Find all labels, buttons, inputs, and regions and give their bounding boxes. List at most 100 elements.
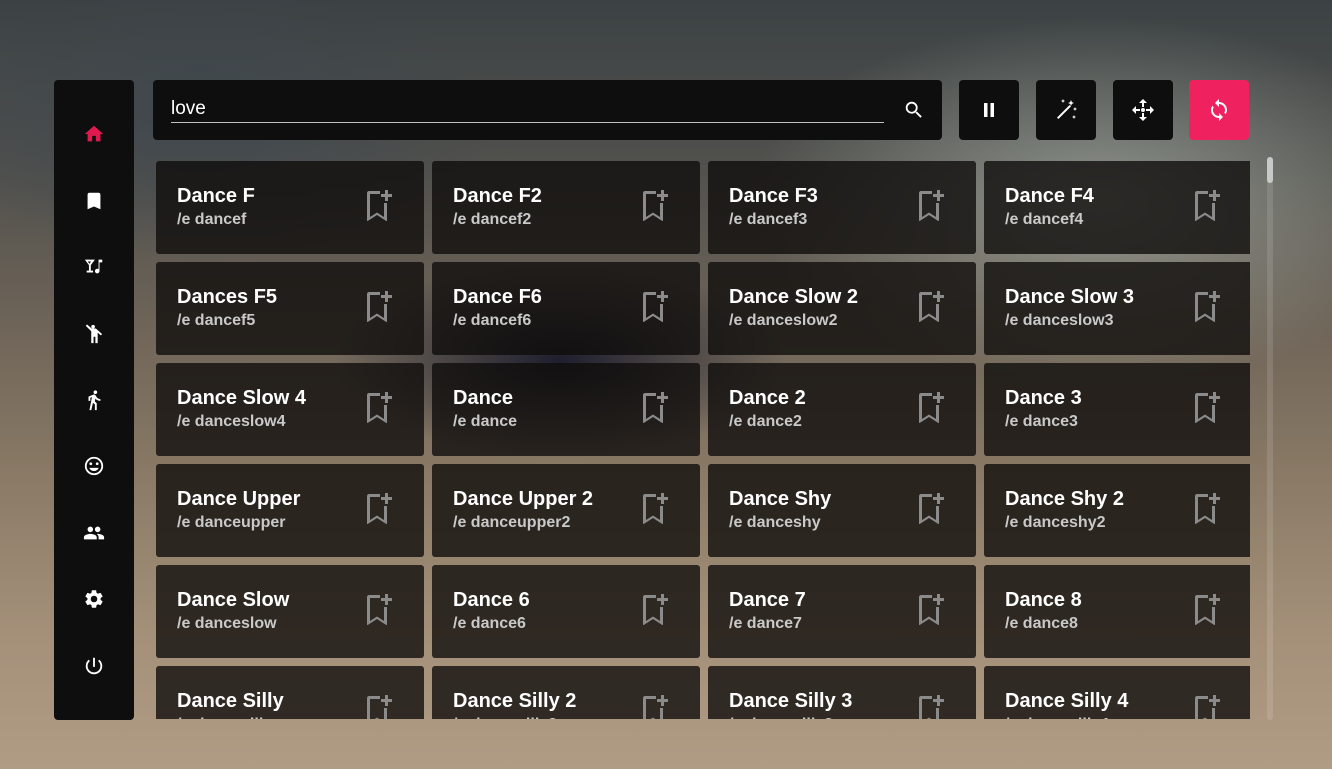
add-favorite-button[interactable] [1193, 492, 1221, 528]
bookmark-add-icon [917, 492, 945, 531]
emote-card[interactable]: Dance F2/e dancef2 [432, 161, 700, 254]
emote-title: Dance Slow [177, 589, 290, 611]
emote-card[interactable]: Dance Upper 2/e danceupper2 [432, 464, 700, 557]
emote-card[interactable]: Dance Silly 4/e dancesilly4 [984, 666, 1250, 719]
emote-command: /e dance8 [1005, 615, 1078, 632]
emote-title: Dance Upper 2 [453, 488, 594, 510]
sidebar-item-favorites[interactable] [54, 181, 134, 221]
emote-card[interactable]: Dance F6/e dancef6 [432, 262, 700, 355]
emote-card[interactable]: Dance Shy 2/e danceshy2 [984, 464, 1250, 557]
add-favorite-button[interactable] [641, 694, 669, 719]
sidebar-item-expressions[interactable] [54, 446, 134, 486]
emote-title: Dance Slow 2 [729, 286, 858, 308]
pause-icon [984, 103, 994, 117]
sidebar-item-settings[interactable] [54, 579, 134, 619]
add-favorite-button[interactable] [917, 290, 945, 326]
emote-card[interactable]: Dance 2/e dance2 [708, 363, 976, 456]
emote-card[interactable]: Dance 3/e dance3 [984, 363, 1250, 456]
emote-command: /e dancef3 [729, 211, 808, 228]
emote-title: Dance F [177, 185, 255, 207]
emote-command: /e dancef5 [177, 312, 256, 329]
bookmark-add-icon [365, 290, 393, 329]
emote-command: /e dancef6 [453, 312, 532, 329]
add-favorite-button[interactable] [641, 290, 669, 329]
emote-card[interactable]: Dance 8/e dance8 [984, 565, 1250, 658]
emote-card[interactable]: Dance F/e dancef [156, 161, 424, 254]
add-favorite-button[interactable] [917, 694, 945, 719]
emote-title: Dance 3 [1005, 387, 1082, 409]
emote-card[interactable]: Dance F3/e dancef3 [708, 161, 976, 254]
add-favorite-button[interactable] [365, 593, 393, 632]
emote-card[interactable]: Dance/e dance [432, 363, 700, 456]
add-favorite-button[interactable] [641, 391, 669, 430]
sidebar [54, 80, 134, 720]
emote-card[interactable]: Dance Upper/e danceupper [156, 464, 424, 557]
bookmark-add-icon [641, 290, 669, 329]
add-favorite-button[interactable] [917, 492, 945, 531]
emote-command: /e dancef4 [1005, 211, 1084, 228]
emote-card[interactable]: Dance 6/e dance6 [432, 565, 700, 658]
search-input[interactable] [171, 96, 884, 123]
add-favorite-button[interactable] [1193, 290, 1221, 326]
add-favorite-button[interactable] [917, 189, 945, 225]
bookmark-add-icon [641, 391, 669, 430]
add-favorite-button[interactable] [365, 189, 393, 225]
emote-title: Dance Slow 4 [177, 387, 306, 409]
pause-button[interactable] [959, 80, 1019, 140]
emote-card[interactable]: Dances F5/e dancef5 [156, 262, 424, 355]
emote-title: Dance Silly 3 [729, 690, 853, 712]
people-group-icon [83, 526, 105, 540]
emote-title: Dance Silly 4 [1005, 690, 1129, 712]
emote-card[interactable]: Dance Shy/e danceshy [708, 464, 976, 557]
add-favorite-button[interactable] [641, 189, 669, 225]
emote-card[interactable]: Dance Slow 3/e danceslow3 [984, 262, 1250, 355]
search-icon [905, 101, 922, 118]
search-button[interactable] [901, 97, 927, 123]
add-favorite-button[interactable] [1193, 694, 1221, 719]
emote-card[interactable]: Dance Silly 2/e dancesilly2 [432, 666, 700, 719]
emote-command: /e dance3 [1005, 413, 1078, 430]
emote-command: /e dancesilly3 [729, 716, 833, 719]
scroll-thumb[interactable] [1267, 157, 1273, 183]
add-favorite-button[interactable] [1193, 189, 1221, 225]
emote-card[interactable]: Dance F4/e dancef4 [984, 161, 1250, 254]
add-favorite-button[interactable] [917, 391, 945, 427]
sidebar-item-home[interactable] [54, 114, 134, 154]
sidebar-item-drinks-music[interactable] [54, 247, 134, 287]
bookmark-add-icon [641, 593, 669, 632]
emote-card[interactable]: Dance 7/e dance7 [708, 565, 976, 658]
emote-command: /e dance2 [729, 413, 802, 430]
search-bar [153, 80, 942, 140]
move-button[interactable] [1113, 80, 1173, 140]
walking-person-icon [88, 390, 101, 411]
dance-person-icon [85, 324, 103, 344]
emote-card[interactable]: Dance Slow 4/e danceslow4 [156, 363, 424, 456]
sidebar-item-power[interactable] [54, 646, 134, 686]
bookmark-add-icon [365, 593, 393, 632]
emote-command: /e dance [453, 413, 518, 430]
magic-wand-button[interactable] [1036, 80, 1096, 140]
add-favorite-button[interactable] [365, 391, 393, 427]
emote-card[interactable]: Dance Slow/e danceslow [156, 565, 424, 658]
sidebar-item-walks[interactable] [54, 380, 134, 420]
home-icon [84, 125, 104, 142]
emote-title: Dances F5 [177, 286, 278, 308]
add-favorite-button[interactable] [641, 593, 669, 632]
scrollbar[interactable] [1267, 157, 1273, 720]
add-favorite-button[interactable] [1193, 593, 1221, 629]
sidebar-item-dances[interactable] [54, 314, 134, 354]
sidebar-item-shared[interactable] [54, 513, 134, 553]
emote-command: /e danceslow3 [1005, 312, 1114, 329]
add-favorite-button[interactable] [917, 593, 945, 629]
emote-card[interactable]: Dance Slow 2/e danceslow2 [708, 262, 976, 355]
add-favorite-button[interactable] [365, 290, 393, 329]
refresh-button[interactable] [1189, 80, 1249, 140]
emote-card[interactable]: Dance Silly 3/e dancesilly3 [708, 666, 976, 719]
emote-card[interactable]: Dance Silly/e dancesilly [156, 666, 424, 719]
add-favorite-button[interactable] [365, 694, 393, 719]
add-favorite-button[interactable] [1193, 391, 1221, 427]
add-favorite-button[interactable] [365, 492, 393, 528]
emote-title: Dance 7 [729, 589, 806, 611]
add-favorite-button[interactable] [641, 492, 669, 528]
emote-list: Dance F/e dancef Dance F2/e dancef2 Dance … [156, 161, 1250, 719]
